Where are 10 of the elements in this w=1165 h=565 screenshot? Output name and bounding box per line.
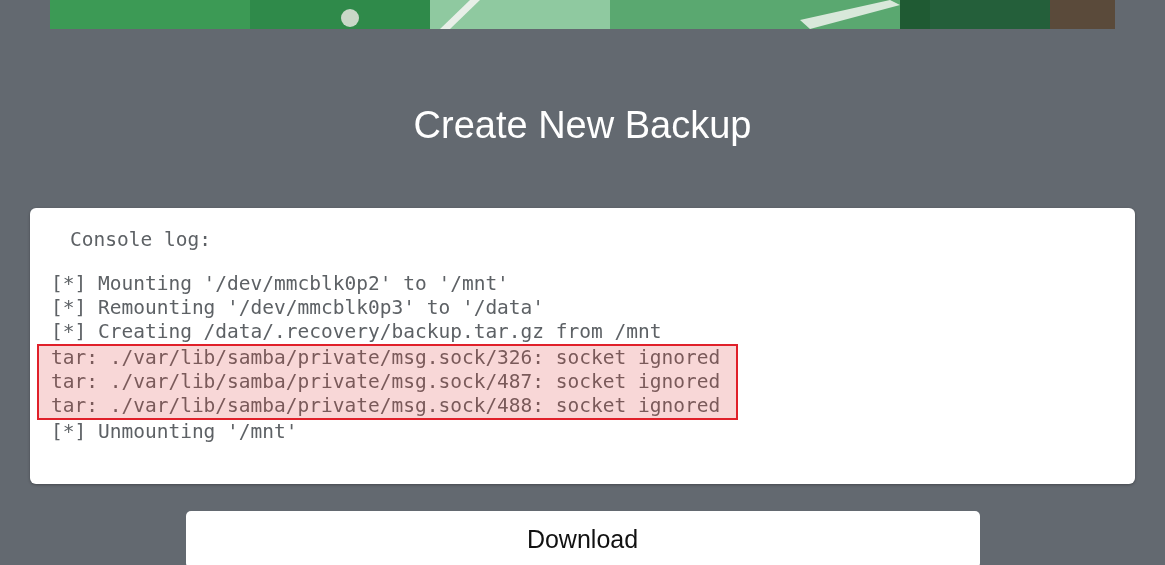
log-line: [*] Mounting '/dev/mmcblk0p2' to '/mnt' (50, 272, 509, 296)
log-line: [*] Remounting '/dev/mmcblk0p3' to '/data' (50, 296, 545, 320)
console-label: Console log: (69, 228, 211, 252)
log-line: [*] Unmounting '/mnt' (50, 420, 298, 444)
page-title: Create New Backup (413, 103, 752, 147)
download-button[interactable]: Download (185, 511, 980, 565)
log-line: tar: ./var/lib/samba/private/msg.sock/326: socket ignored (50, 346, 721, 370)
log-line: tar: ./var/lib/samba/private/msg.sock/487: socket ignored (50, 370, 721, 394)
log-line: [*] Creating /data/.recovery/backup.tar.gz from /mnt (50, 320, 662, 344)
log-line: tar: ./var/lib/samba/private/msg.sock/488: socket ignored (50, 394, 721, 418)
